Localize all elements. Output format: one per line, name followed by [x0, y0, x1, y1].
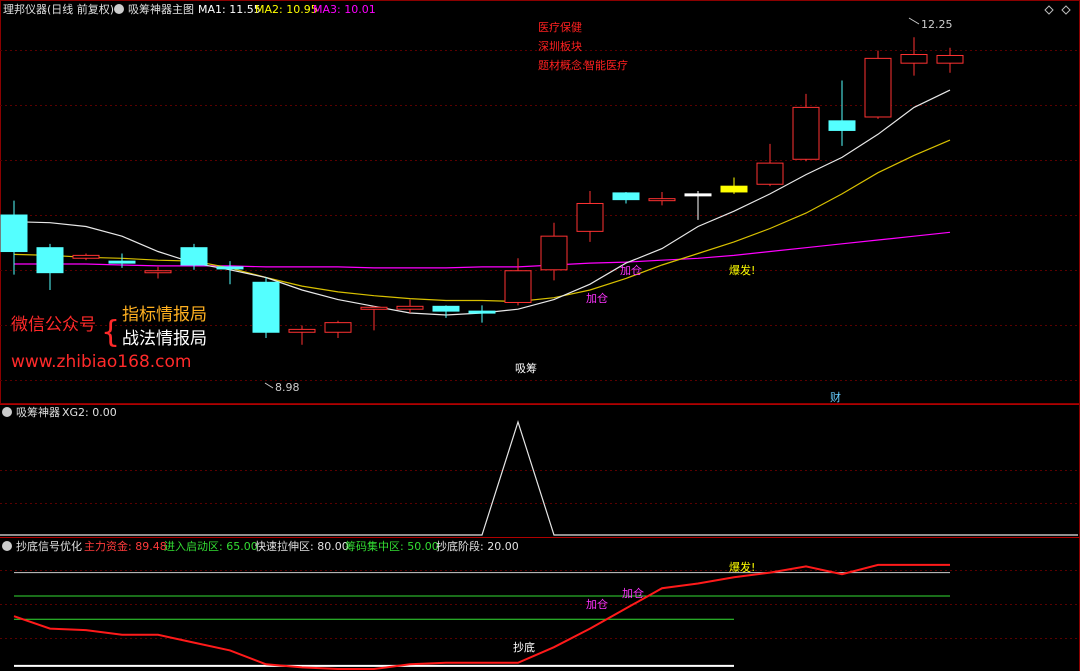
candle-body-3 — [108, 260, 136, 264]
stock-chart: 理邦仪器(日线 前复权) 吸筹神器主图 MA1: 11.55 MA2: 10.9… — [0, 0, 1080, 671]
candle-body-5 — [180, 247, 208, 266]
candle-body-22 — [792, 106, 820, 160]
candle-body-17 — [612, 192, 640, 201]
panel3-item-stretch-zone: 快速拉伸区: 80.00 — [255, 539, 349, 553]
candle-body-4 — [144, 270, 172, 274]
signal-cai: 财 — [830, 390, 841, 404]
watermark-wechat: 微信公众号 — [11, 315, 96, 335]
candle-body-2 — [72, 254, 100, 259]
panel2-xg2: XG2: 0.00 — [62, 406, 117, 419]
ma3-label: MA3: 10.01 — [313, 3, 376, 16]
candle-body-15 — [540, 235, 568, 271]
candle-body-8 — [288, 328, 316, 333]
candle-body-13 — [468, 310, 496, 314]
panel3-item-bottom-stage: 抄底阶段: 20.00 — [436, 539, 519, 553]
panel3-signal-chaodi: 抄底 — [513, 640, 535, 654]
indicator-dropdown-icon[interactable] — [114, 4, 124, 14]
panel3-lines — [13, 563, 950, 670]
watermark-account-1: 指标情报局 — [122, 305, 207, 325]
signal-xichou: 吸筹 — [515, 361, 537, 375]
candle-body-10 — [360, 306, 388, 310]
low-price-pointer — [264, 382, 274, 389]
expand-icon[interactable] — [1044, 5, 1054, 15]
concept-prefix: 题材概念: — [538, 58, 586, 72]
panel3-signal-jiacang-1: 加仓 — [586, 597, 608, 611]
panel3-signal-baofa: 爆发! — [729, 560, 755, 574]
watermark-url: www.zhibiao168.com — [11, 352, 191, 372]
candlesticks — [0, 37, 964, 345]
watermark-brace: { — [101, 315, 120, 350]
candle-body-25 — [900, 54, 928, 64]
candle-body-19 — [684, 193, 712, 197]
candle-body-26 — [936, 54, 964, 64]
panel3-title[interactable]: 抄底信号优化 — [16, 539, 82, 553]
ma2-label: MA2: 10.95 — [255, 3, 318, 16]
ma2-line — [13, 139, 951, 303]
candle-body-18 — [648, 198, 676, 202]
high-price-label: 12.25 — [921, 18, 953, 31]
panel3-item-chip-zone: 筹码集中区: 50.00 — [345, 539, 439, 553]
concept-2: 深圳板块 — [538, 39, 582, 53]
panel2-line — [0, 420, 1078, 536]
panel2-title[interactable]: 吸筹神器 — [16, 405, 60, 419]
candle-body-14 — [504, 270, 532, 303]
concept-1: 医疗保健 — [538, 20, 582, 34]
ma1-label: MA1: 11.55 — [198, 3, 261, 16]
high-price-pointer — [908, 17, 920, 25]
signal-baofa: 爆发! — [729, 263, 755, 277]
stock-title: 理邦仪器(日线 前复权) — [3, 2, 114, 16]
panel3-signal-jiacang-2: 加仓 — [622, 586, 644, 600]
candle-body-6 — [216, 266, 244, 270]
panel3-item-launch-zone: 进入启动区: 65.00 — [164, 540, 258, 553]
candle-body-7 — [252, 281, 280, 333]
candle-body-16 — [576, 202, 604, 232]
candle-body-23 — [828, 120, 856, 131]
candle-body-20 — [720, 185, 748, 193]
signal-jiacang-2: 加仓 — [620, 263, 642, 277]
main-capital-line — [13, 563, 950, 670]
candle-body-12 — [432, 305, 460, 312]
candle-body-1 — [36, 247, 64, 274]
signal-jiacang-1: 加仓 — [586, 291, 608, 305]
xg2-line — [0, 420, 1078, 536]
candle-body-24 — [864, 57, 892, 118]
indicator-name[interactable]: 吸筹神器主图 — [128, 2, 194, 16]
low-price-label: 8.98 — [275, 381, 300, 394]
panel2-dropdown-icon[interactable] — [2, 407, 12, 417]
settings-icon[interactable] — [1061, 5, 1071, 15]
panel3-item-main-capital: 主力资金: 89.48 — [84, 539, 167, 553]
concept-3: 智能医疗 — [584, 58, 628, 72]
candle-body-9 — [324, 322, 352, 333]
watermark-account-2: 战法情报局 — [122, 329, 207, 349]
candle-body-21 — [756, 162, 784, 185]
candle-body-11 — [396, 305, 424, 310]
panel3-dropdown-icon[interactable] — [2, 541, 12, 551]
candle-body-0 — [0, 214, 28, 253]
